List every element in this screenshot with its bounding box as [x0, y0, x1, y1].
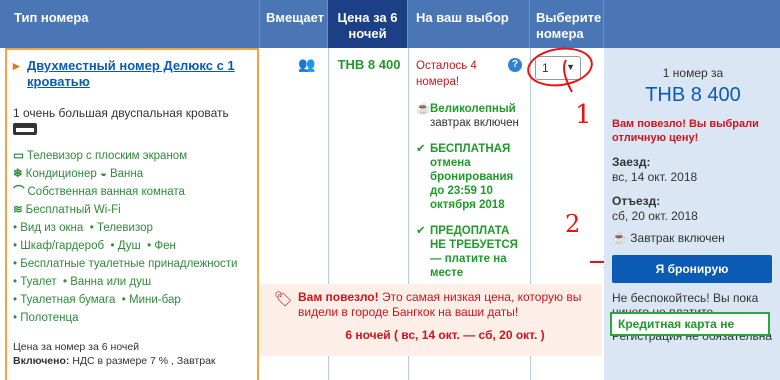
lucky-note: Вам повезло! Вы выбрали отличную цену!	[612, 118, 759, 144]
banner-lucky: Вам повезло!	[298, 290, 379, 304]
bath-icon: ◒	[99, 168, 107, 180]
header-choice: На ваш выбор	[408, 0, 530, 48]
check-icon: ✔	[416, 225, 426, 237]
amenity-label: Кондиционер	[25, 168, 97, 180]
people-icon: 👥	[298, 56, 315, 72]
check-icon: ✔	[416, 143, 426, 155]
book-button[interactable]: Я бронирую	[612, 255, 772, 283]
checkout-date: сб, 20 окт. 2018	[612, 209, 698, 223]
amenity-label: Бесплатный Wi-Fi	[25, 204, 121, 216]
breakfast-perk: ☕ Великолепный завтрак включен	[416, 102, 526, 130]
header-select: Выберите номера	[530, 0, 604, 48]
room-price: THB 8 400	[337, 57, 401, 72]
shower-icon: ⌒	[13, 186, 25, 198]
amenity-item: Душ	[110, 240, 140, 252]
checkin-label: Заезд:	[612, 155, 651, 169]
bed-type: 1 очень большая двуспальная кровать	[13, 106, 229, 120]
breakfast-included: ☕ Завтрак включен	[612, 231, 774, 245]
price-note-text: Цена за номер за 6 ночей	[13, 341, 140, 353]
checkin-date: вс, 14 окт. 2018	[612, 170, 698, 184]
wifi-icon: ≋	[13, 204, 23, 216]
help-icon[interactable]: ?	[508, 58, 522, 72]
amenity-item: Бесплатные туалетные принадлежности	[13, 258, 237, 270]
pay-there-text: — платите на месте	[430, 253, 507, 279]
tv-icon: ▭	[13, 150, 24, 162]
free-cancel-text: БЕСПЛАТНАЯ отмена бронирования до 23:59 …	[430, 143, 514, 211]
tag-icon: 🏷	[274, 291, 294, 308]
choice-column: Осталось 4 номера! ? ☕ Великолепный завт…	[416, 58, 526, 280]
amenity-label: Телевизор с плоским экраном	[26, 150, 188, 162]
snowflake-icon: ❄	[13, 168, 23, 180]
credit-card-note: Кредитная карта не	[610, 312, 770, 336]
amenity-item: Мини-бар	[122, 294, 181, 306]
amenity-item: Полотенца	[13, 312, 79, 324]
room-name-link[interactable]: Двухместный номер Делюкс с 1 кроватью	[13, 58, 251, 90]
total-price: THB 8 400	[645, 84, 741, 106]
breakfast-text: завтрак включен	[430, 117, 519, 129]
price-note: Цена за номер за 6 ночей Включено: НДС в…	[13, 340, 216, 368]
amenity-item: Шкаф/гардероб	[13, 240, 104, 252]
coffee-icon: ☕	[416, 103, 431, 115]
included-label: Включено:	[13, 355, 70, 367]
annotation-circle	[524, 43, 596, 91]
banner-dates: 6 ночей ( вс, 14 окт. — сб, 20 окт. )	[345, 328, 545, 342]
amenity-item: Фен	[147, 240, 176, 252]
breakfast-bold: Великолепный	[430, 103, 516, 115]
amenity-item: Туалетная бумага	[13, 294, 115, 306]
bed-icon	[13, 123, 37, 135]
annotation-one: 1	[575, 100, 592, 130]
amenity-item: Туалет	[13, 276, 57, 288]
header-sleeps: Вмещает	[260, 0, 328, 48]
annotation-two: 2	[565, 210, 581, 238]
table-header: Тип номера Вмещает Цена за 6 ночей На ва…	[0, 0, 780, 48]
amenity-item: Телевизор	[90, 222, 153, 234]
room-info: Двухместный номер Делюкс с 1 кроватью 1 …	[5, 48, 259, 380]
amenity-item: Ванна или душ	[63, 276, 151, 288]
header-room-type: Тип номера	[0, 0, 260, 48]
free-cancel-perk: ✔ БЕСПЛАТНАЯ отмена бронирования до 23:5…	[416, 142, 526, 212]
coffee-icon: ☕	[612, 231, 627, 245]
header-price: Цена за 6 ночей	[328, 0, 408, 48]
no-prepay-text: ПРЕДОПЛАТА НЕ ТРЕБУЕТСЯ	[430, 225, 518, 251]
lowest-price-banner: 🏷 Вам повезло! Это самая низкая цена, ко…	[260, 284, 602, 356]
checkout-label: Отъезд:	[612, 194, 661, 208]
included-text: НДС в размере 7 % , Завтрак	[72, 355, 216, 367]
breakfast-label: Завтрак включен	[630, 231, 725, 245]
amenity-item: Вид из окна	[13, 222, 83, 234]
no-prepay-perk: ✔ ПРЕДОПЛАТА НЕ ТРЕБУЕТСЯ — платите на м…	[416, 224, 526, 280]
amenity-label: Ванна	[109, 168, 144, 180]
room-count: 1 номер за	[662, 66, 724, 80]
amenities: ▭ Телевизор с плоским экраном ❄ Кондиционе…	[13, 147, 251, 327]
amenity-label: Собственная ванная комната	[27, 186, 185, 198]
